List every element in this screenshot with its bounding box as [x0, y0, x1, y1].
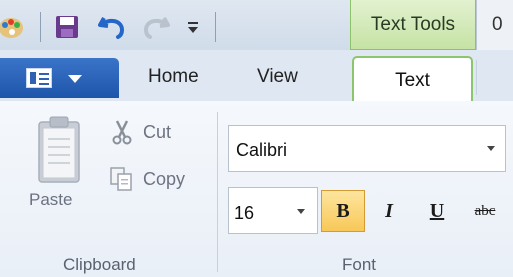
- undo-icon[interactable]: [96, 10, 130, 44]
- customize-dropdown-icon[interactable]: [176, 10, 210, 44]
- redo-icon[interactable]: [138, 10, 172, 44]
- italic-button[interactable]: I: [367, 190, 411, 232]
- font-group-label: Font: [342, 255, 377, 274]
- cut-button[interactable]: Cut: [111, 119, 171, 145]
- tab-text[interactable]: Text: [352, 56, 473, 103]
- strikethrough-label: abc: [474, 202, 496, 219]
- paint-menu-button[interactable]: [0, 58, 119, 98]
- qat-separator: [215, 12, 216, 42]
- font-family-value: Calibri: [236, 140, 288, 160]
- copy-button[interactable]: Copy: [109, 166, 185, 192]
- italic-label: I: [385, 199, 393, 222]
- group-divider: [217, 112, 218, 272]
- qat-separator: [40, 12, 41, 42]
- chevron-down-icon: [68, 75, 82, 83]
- underline-label: U: [429, 199, 445, 222]
- font-size-value: 16: [234, 203, 255, 223]
- text-tools-context-label: Text Tools: [350, 0, 476, 50]
- font-size-dropdown[interactable]: 16: [228, 187, 318, 234]
- clipboard-group-label: Clipboard: [63, 255, 136, 274]
- bold-label: B: [336, 199, 350, 222]
- copy-icon: [110, 167, 132, 191]
- paste-icon[interactable]: [37, 116, 81, 184]
- copy-label: Copy: [143, 168, 186, 189]
- paint-menu-icon: [26, 68, 52, 88]
- bold-button[interactable]: B: [321, 190, 365, 232]
- paste-label[interactable]: Paste: [29, 190, 72, 210]
- tab-text-label: Text: [395, 69, 430, 91]
- window-title-fragment: 0: [492, 14, 503, 35]
- tab-home[interactable]: Home: [148, 66, 199, 88]
- text-tools-label: Text Tools: [370, 13, 456, 35]
- save-icon[interactable]: [50, 10, 84, 44]
- tab-divider: [476, 60, 477, 95]
- underline-button[interactable]: U: [415, 190, 459, 232]
- scissors-icon: [112, 120, 132, 145]
- strikethrough-button[interactable]: abc: [463, 190, 507, 232]
- cut-label: Cut: [143, 121, 172, 142]
- chevron-down-icon: [487, 146, 495, 151]
- font-family-dropdown[interactable]: Calibri: [228, 125, 506, 172]
- chevron-down-icon: [297, 209, 305, 214]
- tab-view[interactable]: View: [257, 66, 298, 88]
- paint-app-icon[interactable]: [0, 10, 28, 44]
